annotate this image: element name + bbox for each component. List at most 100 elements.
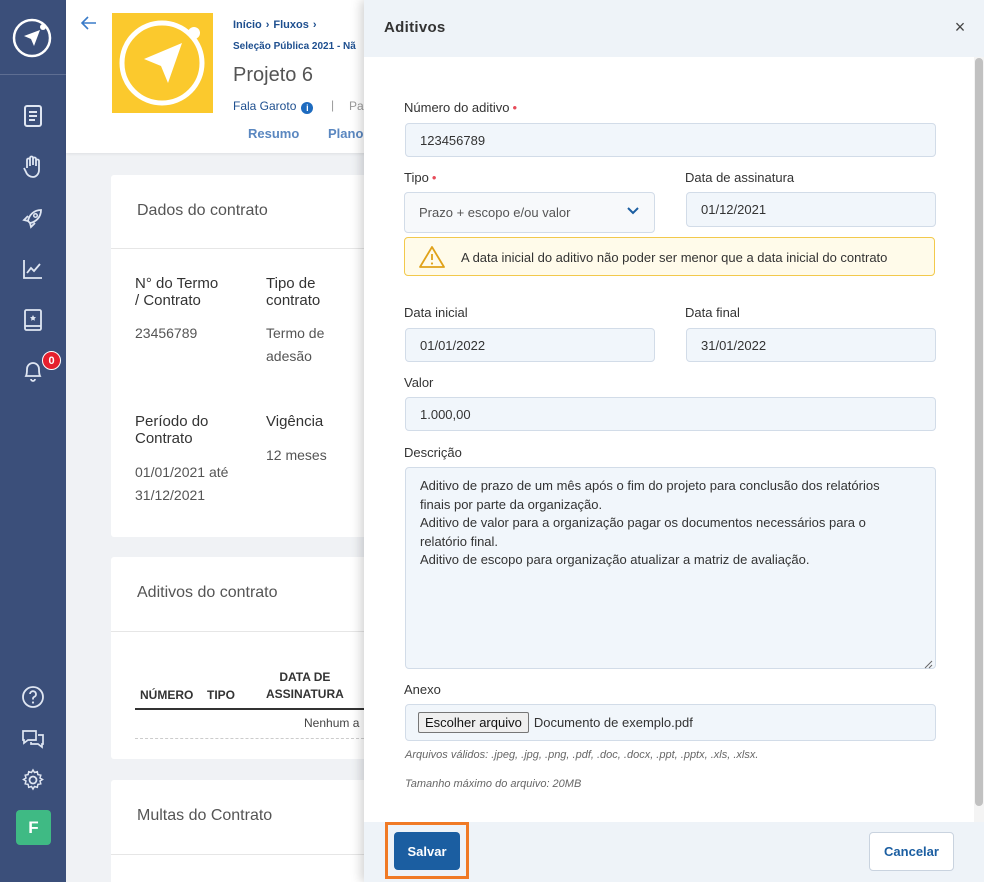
choose-file-button[interactable]: Escolher arquivo — [418, 712, 529, 733]
breadcrumb-flows-link[interactable]: Fluxos — [273, 19, 308, 31]
organization-name: Fala Garoto i — [233, 99, 314, 114]
contract-type-label: Tipo de contrato — [266, 275, 320, 309]
project-logo — [112, 13, 213, 113]
warning-text: A data inicial do aditivo não poder ser … — [461, 250, 888, 265]
organization-label[interactable]: Fala Garoto — [233, 99, 296, 113]
term-value: 23456789 — [135, 325, 198, 341]
term-label-line1: N° do Termo — [135, 275, 219, 292]
description-line: Aditivo de prazo de um mês após o fim do… — [420, 478, 880, 493]
card-title: Aditivos do contrato — [137, 584, 278, 601]
type-value-line2: adesão — [266, 348, 312, 364]
type-label: Tipo • — [404, 170, 436, 185]
type-value-line1: Termo de — [266, 325, 325, 341]
card-divider — [111, 248, 371, 249]
type-label-line1: Tipo de — [266, 275, 316, 292]
end-date-input[interactable]: 31/01/2022 — [686, 328, 936, 362]
header-separator: | — [331, 98, 335, 112]
card-title: Dados do contrato — [137, 202, 268, 219]
resize-handle-icon[interactable] — [923, 656, 933, 669]
help-icon[interactable] — [19, 683, 47, 711]
selection-link[interactable]: Seleção Pública 2021 - Nã — [233, 41, 363, 52]
amendment-number-text: Número do aditivo — [404, 100, 510, 115]
period-value: 01/01/2021 até 31/12/2021 — [135, 461, 228, 507]
column-date-line1: DATA DE — [279, 670, 331, 684]
back-arrow-icon[interactable] — [80, 14, 98, 32]
required-marker: • — [431, 170, 437, 185]
value-label: Valor — [404, 375, 434, 390]
description-label: Descrição — [404, 445, 462, 460]
empty-table-text: Nenhum a — [304, 716, 360, 730]
max-size-hint: Tamanho máximo do arquivo: 20MB — [405, 778, 582, 790]
description-line: relatório final. — [420, 533, 499, 549]
period-value-line2: 31/12/2021 — [135, 487, 206, 503]
card-divider — [111, 854, 371, 855]
required-marker: • — [512, 100, 518, 115]
amendments-modal: Aditivos × Número do aditivo • 123456789 … — [364, 0, 1002, 882]
chart-line-icon[interactable] — [19, 255, 47, 283]
card-title: Multas do Contrato — [137, 807, 273, 824]
info-icon[interactable]: i — [301, 102, 314, 114]
modal-title: Aditivos — [384, 19, 446, 36]
breadcrumb-home-link[interactable]: Início — [233, 19, 262, 31]
contract-type-value: Termo de adesão — [266, 322, 324, 368]
gear-icon[interactable] — [19, 766, 47, 794]
user-avatar[interactable]: F — [16, 810, 51, 845]
table-row-divider — [135, 738, 364, 739]
description-line: Aditivo de valor para a organização paga… — [420, 515, 866, 530]
modal-header: Aditivos × — [364, 0, 1002, 57]
signature-date-input[interactable]: 01/12/2021 — [686, 192, 936, 227]
attachment-label: Anexo — [404, 682, 441, 697]
hand-heart-icon[interactable] — [19, 153, 47, 181]
attachment-input: Escolher arquivo Documento de exemplo.pd… — [405, 704, 936, 741]
tab-plano[interactable]: Plano — [328, 126, 363, 141]
project-title: Projeto 6 — [233, 64, 314, 86]
end-date-label: Data final — [685, 305, 740, 320]
start-date-label: Data inicial — [404, 305, 468, 320]
book-icon[interactable] — [19, 306, 47, 334]
period-value-line1: 01/01/2021 até — [135, 464, 229, 480]
sidebar: 0 F — [0, 0, 66, 882]
validity-value: 12 meses — [266, 447, 327, 463]
column-signature-date: DATA DE ASSINATURA — [266, 669, 344, 703]
value-input[interactable]: 1.000,00 — [405, 397, 936, 431]
breadcrumb: Início › Fluxos › — [233, 19, 321, 31]
window-right-edge — [984, 0, 1002, 882]
type-label-text: Tipo — [404, 170, 429, 185]
type-label-line2: contrato — [266, 292, 321, 309]
document-icon[interactable] — [19, 102, 47, 130]
app-logo-icon[interactable] — [12, 18, 52, 58]
column-type: TIPO — [207, 688, 236, 702]
column-number: NÚMERO — [140, 688, 194, 702]
scrollbar-thumb[interactable] — [975, 58, 983, 806]
valid-files-hint: Arquivos válidos: .jpeg, .jpg, .png, .pd… — [405, 749, 759, 761]
fines-card: Multas do Contrato — [111, 780, 371, 882]
amendment-number-input[interactable]: 123456789 — [405, 123, 936, 157]
start-date-input[interactable]: 01/01/2022 — [405, 328, 655, 362]
amendment-number-label: Número do aditivo • — [404, 100, 517, 115]
column-date-line2: ASSINATURA — [266, 687, 344, 701]
save-button[interactable]: Salvar — [394, 832, 460, 870]
card-divider — [111, 631, 371, 632]
signature-date-label: Data de assinatura — [685, 170, 795, 185]
close-icon[interactable]: × — [950, 17, 970, 37]
chevron-right-icon: › — [265, 19, 270, 31]
header-truncated-text: Pa — [349, 99, 364, 113]
notification-badge: 0 — [42, 351, 61, 370]
type-select-value: Prazo + escopo e/ou valor — [419, 205, 571, 220]
warning-triangle-icon — [419, 245, 445, 269]
chat-icon[interactable] — [19, 724, 47, 752]
type-select[interactable]: Prazo + escopo e/ou valor — [404, 192, 655, 233]
period-label: Período do Contrato — [135, 413, 208, 447]
table-header-rule — [135, 708, 364, 710]
chevron-down-icon — [626, 204, 640, 218]
tab-resumo[interactable]: Resumo — [248, 126, 299, 141]
period-label-line1: Período do — [135, 413, 209, 430]
selected-file-name: Documento de exemplo.pdf — [533, 715, 693, 730]
cancel-button[interactable]: Cancelar — [869, 832, 954, 871]
description-textarea[interactable]: Aditivo de prazo de um mês após o fim do… — [405, 467, 936, 669]
warning-alert: A data inicial do aditivo não poder ser … — [404, 237, 935, 276]
rocket-icon[interactable] — [19, 204, 47, 232]
term-label: N° do Termo / Contrato — [135, 275, 218, 309]
chevron-right-icon: › — [312, 19, 317, 31]
validity-label: Vigência — [266, 413, 324, 430]
